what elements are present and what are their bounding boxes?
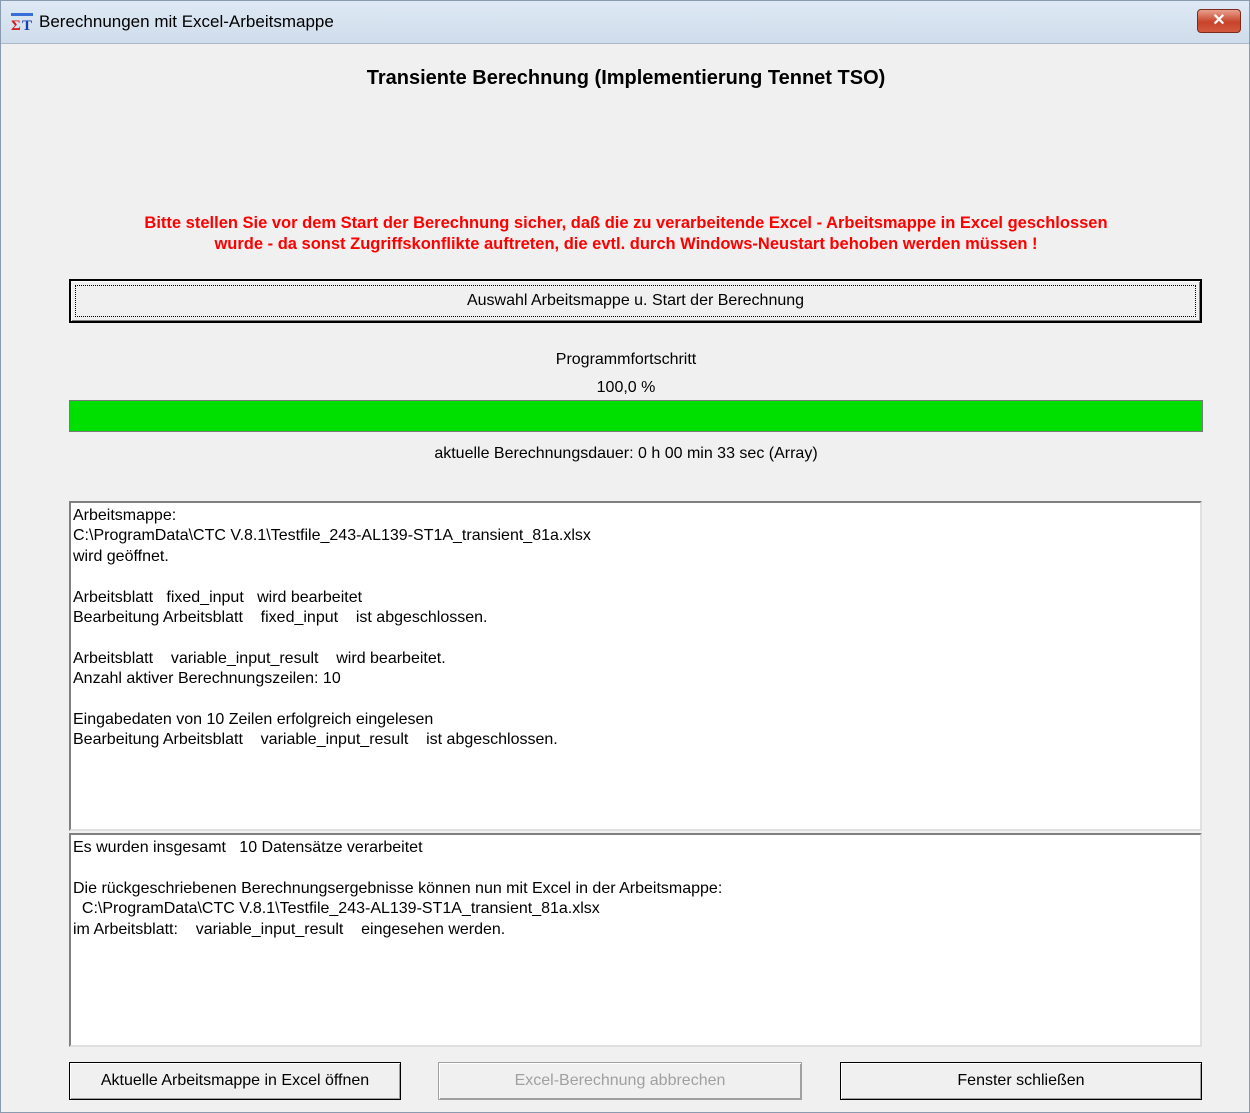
log-line: C:\ProgramData\CTC V.8.1\Testfile_243-AL… (73, 527, 591, 545)
warning-line-1: Bitte stellen Sie vor dem Start der Bere… (144, 214, 1108, 232)
log-line: Bearbeitung Arbeitsblatt fixed_input ist… (73, 608, 488, 626)
warning-line-2: wurde - da sonst Zugriffskonflikte auftr… (214, 235, 1038, 253)
abort-excel-calculation-button[interactable]: Excel-Berechnung abbrechen (438, 1062, 802, 1100)
calculation-duration: aktuelle Berechnungsdauer: 0 h 00 min 33… (434, 445, 818, 462)
log-line: Es wurden insgesamt 10 Datensätze verarb… (73, 839, 423, 856)
window-title: Berechnungen mit Excel-Arbeitsmappe (39, 12, 334, 31)
close-window-button[interactable]: ✕ (1197, 9, 1241, 33)
app-icon: Σ T (11, 13, 33, 31)
progress-percent: 100,0 % (596, 379, 656, 396)
close-icon: ✕ (1212, 12, 1226, 29)
dialog-heading: Transiente Berechnung (Implementierung T… (366, 67, 886, 89)
svg-text:Σ: Σ (11, 18, 21, 31)
log-line: Eingabedaten von 10 Zeilen erfolgreich e… (73, 710, 434, 728)
select-workbook-start-button[interactable]: Auswahl Arbeitsmappe u. Start der Berech… (69, 279, 1202, 323)
warning-message: Bitte stellen Sie vor dem Start der Bere… (61, 213, 1191, 255)
result-summary-textbox[interactable]: Es wurden insgesamt 10 Datensätze verarb… (69, 833, 1202, 1047)
log-line: wird geöffnet. (73, 547, 169, 565)
dialog-window: Σ T Berechnungen mit Excel-Arbeitsmappe … (0, 0, 1250, 1113)
log-line: C:\ProgramData\CTC V.8.1\Testfile_243-AL… (73, 900, 600, 918)
start-button-label: Auswahl Arbeitsmappe u. Start der Berech… (466, 292, 805, 309)
log-line: Arbeitsblatt fixed_input wird bearbeitet (73, 588, 363, 606)
log-line: Bearbeitung Arbeitsblatt variable_input_… (73, 731, 558, 749)
progress-bar (69, 400, 1203, 432)
title-bar: Σ T Berechnungen mit Excel-Arbeitsmappe … (1, 1, 1249, 44)
log-line: Anzahl aktiver Berechnungszeilen: 10 (73, 670, 341, 688)
progress-label: Programmfortschritt (555, 351, 697, 368)
progress-bar-fill (70, 401, 1202, 431)
log-line: Arbeitsblatt variable_input_result wird … (73, 649, 446, 667)
close-window-button-bottom[interactable]: Fenster schließen (840, 1062, 1202, 1100)
log-line: Die rückgeschriebenen Berechnungsergebni… (73, 879, 723, 897)
processing-log-textbox[interactable]: Arbeitsmappe: C:\ProgramData\CTC V.8.1\Te… (69, 501, 1202, 831)
svg-text:T: T (22, 18, 32, 31)
log-line: im Arbeitsblatt: variable_input_result e… (73, 920, 506, 938)
log-line: Arbeitsmappe: (73, 507, 177, 524)
open-workbook-in-excel-button[interactable]: Aktuelle Arbeitsmappe in Excel öffnen (69, 1062, 401, 1100)
